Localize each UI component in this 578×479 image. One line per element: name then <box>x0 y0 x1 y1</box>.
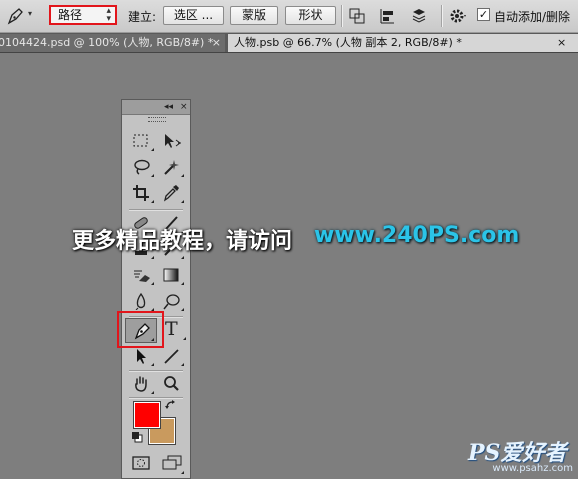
screen-mode-icon <box>162 455 182 470</box>
move-tool[interactable] <box>158 130 186 152</box>
make-mask-button[interactable]: 蒙版 <box>230 6 278 25</box>
divider <box>129 209 183 211</box>
eyedropper-tool[interactable] <box>158 182 186 204</box>
auto-add-delete-checkbox[interactable]: ✓ <box>477 8 490 21</box>
quick-selection-tool[interactable] <box>158 156 186 178</box>
close-icon[interactable]: × <box>557 34 566 51</box>
line-tool[interactable] <box>158 345 186 367</box>
zoom-tool[interactable] <box>158 373 186 395</box>
document-tabs: 0104424.psd @ 100% (人物, RGB/8#) * × 人物.p… <box>0 33 578 53</box>
screen-mode-button[interactable] <box>158 453 186 475</box>
blur-icon <box>135 292 146 310</box>
overlay-caption: 更多精品教程，请访问 <box>72 229 293 254</box>
panel-header[interactable]: ◂◂ × <box>122 100 190 115</box>
tab-document-1[interactable]: 0104424.psd @ 100% (人物, RGB/8#) * × <box>0 34 225 52</box>
logo-site: www.psahz.com <box>492 463 573 474</box>
close-icon[interactable]: × <box>180 100 188 114</box>
auto-add-delete-label: 自动添加/删除 <box>494 10 571 24</box>
lasso-icon <box>134 159 150 175</box>
panel-grip[interactable] <box>148 117 166 122</box>
site-logo: PS爱好者 www.psahz.com <box>468 435 576 475</box>
marquee-tool[interactable] <box>128 130 156 152</box>
quick-mask-icon <box>132 456 150 470</box>
path-operations-icon[interactable] <box>348 7 366 25</box>
dodge-icon <box>163 294 180 310</box>
select-arrows-icon: ▴ ▾ <box>106 6 111 24</box>
hand-tool[interactable] <box>128 373 156 395</box>
tab-label: 人物.psb @ 66.7% (人物 副本 2, RGB/8#) * <box>234 36 462 49</box>
pen-mode-value: 路径 <box>58 8 83 22</box>
arrow-icon <box>137 349 146 364</box>
preset-dropdown-icon: ▾ <box>28 9 33 18</box>
path-alignment-icon[interactable] <box>378 7 396 25</box>
make-shape-button[interactable]: 形状 <box>285 6 336 25</box>
line-icon <box>164 349 179 364</box>
path-selection-tool[interactable] <box>128 345 156 367</box>
highlight-box <box>117 311 164 348</box>
gradient-tool[interactable] <box>158 264 186 286</box>
eyedropper-icon <box>163 185 179 202</box>
foreground-color-swatch[interactable] <box>133 401 161 429</box>
pen-mode-select[interactable]: 路径 ▴ ▾ <box>49 5 117 25</box>
gradient-icon <box>163 268 179 282</box>
divider <box>129 370 183 372</box>
divider <box>341 5 343 27</box>
magnifier-icon <box>164 376 179 391</box>
close-icon[interactable]: × <box>212 34 221 51</box>
move-icon <box>165 134 181 148</box>
blur-tool[interactable] <box>128 290 156 312</box>
magic-wand-icon <box>164 160 179 175</box>
marquee-icon <box>133 134 148 147</box>
tool-preset-picker[interactable]: ▾ <box>4 6 38 26</box>
quick-mask-button[interactable] <box>128 453 156 475</box>
gear-icon[interactable] <box>449 7 467 25</box>
make-label: 建立: <box>128 10 157 24</box>
crop-icon <box>133 185 149 201</box>
lasso-tool[interactable] <box>128 156 156 178</box>
pen-icon <box>7 8 23 25</box>
crop-tool[interactable] <box>128 182 156 204</box>
make-selection-button[interactable]: 选区 ... <box>163 6 224 25</box>
eraser-icon <box>134 270 150 282</box>
tab-document-2[interactable]: 人物.psb @ 66.7% (人物 副本 2, RGB/8#) * × <box>228 34 578 52</box>
type-icon: T <box>165 318 178 340</box>
overlay-url: www.240PS.com <box>314 223 520 248</box>
divider <box>441 5 443 27</box>
hand-icon <box>135 376 147 392</box>
tab-label: 0104424.psd @ 100% (人物, RGB/8#) * <box>0 36 214 49</box>
path-arrangement-icon[interactable] <box>410 7 428 25</box>
swap-colors-icon[interactable] <box>165 399 177 411</box>
default-colors-icon[interactable] <box>131 431 143 443</box>
collapse-icon[interactable]: ◂◂ <box>164 100 173 114</box>
dodge-tool[interactable] <box>158 290 186 312</box>
eraser-tool[interactable] <box>128 264 156 286</box>
options-bar: ▾ 路径 ▴ ▾ 建立: 选区 ... 蒙版 形状 ✓ 自动添加/删除 <box>0 0 578 33</box>
type-tool[interactable]: T <box>160 318 188 341</box>
